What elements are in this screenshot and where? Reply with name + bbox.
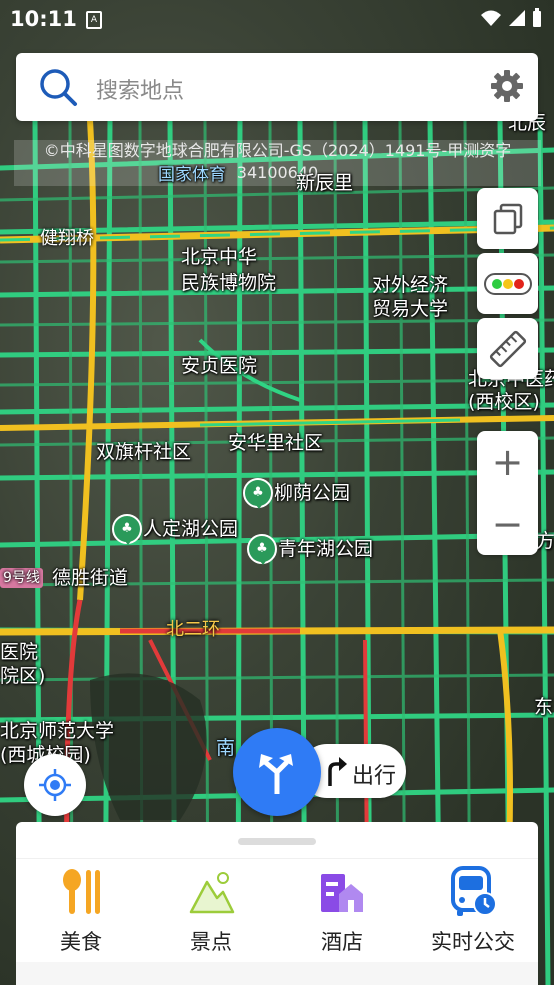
category-food-label: 美食 xyxy=(60,930,102,954)
scenic-icon xyxy=(189,872,235,914)
map-label[interactable]: 北京中华 xyxy=(181,246,257,268)
map-label[interactable]: 方 xyxy=(536,530,554,552)
zoom-out-button[interactable]: − xyxy=(477,493,538,555)
map-label[interactable]: 安华里社区 xyxy=(228,432,323,454)
map-label[interactable]: 北京师范大学 xyxy=(0,720,114,742)
copyright-line-1: ©中科星图数字地球合肥有限公司-GS（2024）1491号-甲测资字 xyxy=(43,141,512,160)
wifi-icon xyxy=(481,10,501,26)
zoom-control: + − xyxy=(477,431,538,555)
sheet-drag-handle[interactable] xyxy=(238,838,316,845)
status-bar: 10:11 A xyxy=(0,0,554,38)
road-label: 北二环 xyxy=(166,619,220,640)
map-label[interactable]: 对外经济 xyxy=(372,274,448,296)
category-scenic[interactable]: 景点 xyxy=(146,866,276,961)
traffic-light-icon xyxy=(483,272,532,295)
route-button[interactable] xyxy=(233,728,321,816)
category-hotel[interactable]: 酒店 xyxy=(277,866,407,961)
food-icon xyxy=(63,869,100,914)
map-label[interactable]: 德胜街道 xyxy=(52,567,128,589)
layers-icon xyxy=(493,203,522,234)
category-hotel-label: 酒店 xyxy=(321,930,363,954)
turn-right-arrow-icon xyxy=(328,757,347,786)
subway-line-label: 9号线 xyxy=(0,568,43,588)
go-travel-label: 出行 xyxy=(352,764,397,789)
map-label[interactable]: 青年湖公园 xyxy=(278,538,373,560)
layers-button[interactable] xyxy=(477,188,538,249)
gear-icon[interactable] xyxy=(490,69,524,103)
category-scenic-label: 景点 xyxy=(190,930,232,954)
locate-button[interactable] xyxy=(24,754,86,816)
map-copyright: ©中科星图数字地球合肥有限公司-GS（2024）1491号-甲测资字 34100… xyxy=(14,140,541,186)
search-input[interactable]: 搜索地点 xyxy=(96,73,184,105)
zoom-in-button[interactable]: + xyxy=(477,431,538,493)
map-label[interactable]: 东 xyxy=(534,696,553,718)
map-label[interactable]: 新辰里 xyxy=(296,172,353,194)
category-bus[interactable]: 实时公交 xyxy=(408,866,538,961)
search-icon[interactable] xyxy=(38,67,78,107)
map-label[interactable]: 国家体育 xyxy=(158,164,226,186)
ruler-button[interactable] xyxy=(477,318,538,379)
map-label[interactable]: 民族博物院 xyxy=(181,272,276,294)
sheet-footer xyxy=(16,962,538,985)
map-label[interactable]: 柳荫公园 xyxy=(274,482,350,504)
battery-icon xyxy=(533,8,541,27)
map-label[interactable]: 医院 xyxy=(0,641,38,663)
category-bus-label: 实时公交 xyxy=(431,930,515,954)
park-poi-icon[interactable]: ♣ xyxy=(247,534,277,565)
map-label[interactable]: 贸易大学 xyxy=(372,298,448,320)
notification-icon: A xyxy=(86,11,102,29)
map-label[interactable]: 双旗杆社区 xyxy=(96,441,191,463)
fork-arrow-icon xyxy=(259,754,293,794)
map-label[interactable]: 人定湖公园 xyxy=(143,518,238,540)
map-label[interactable]: 安贞医院 xyxy=(181,355,257,377)
bottom-sheet[interactable]: 美食 景点 酒店 实时公交 xyxy=(16,822,538,985)
map-label[interactable]: (西校区) xyxy=(468,391,540,413)
status-time: 10:11 xyxy=(10,7,77,31)
map-label[interactable]: 南 xyxy=(216,737,235,759)
search-bar[interactable]: 搜索地点 xyxy=(16,53,538,121)
map-label[interactable]: 院区) xyxy=(0,665,45,687)
copyright-line-2: 34100640 xyxy=(236,163,319,182)
category-food[interactable]: 美食 xyxy=(16,866,146,961)
crosshair-icon xyxy=(39,769,71,801)
traffic-button[interactable] xyxy=(477,253,538,314)
ruler-icon xyxy=(489,330,526,367)
hotel-icon xyxy=(321,874,363,912)
park-poi-icon[interactable]: ♣ xyxy=(243,478,273,509)
park-poi-icon[interactable]: ♣ xyxy=(112,514,142,545)
divider xyxy=(16,858,538,859)
road-label: 健翔桥 xyxy=(40,228,94,249)
signal-icon xyxy=(509,10,525,26)
bus-icon xyxy=(451,866,497,916)
